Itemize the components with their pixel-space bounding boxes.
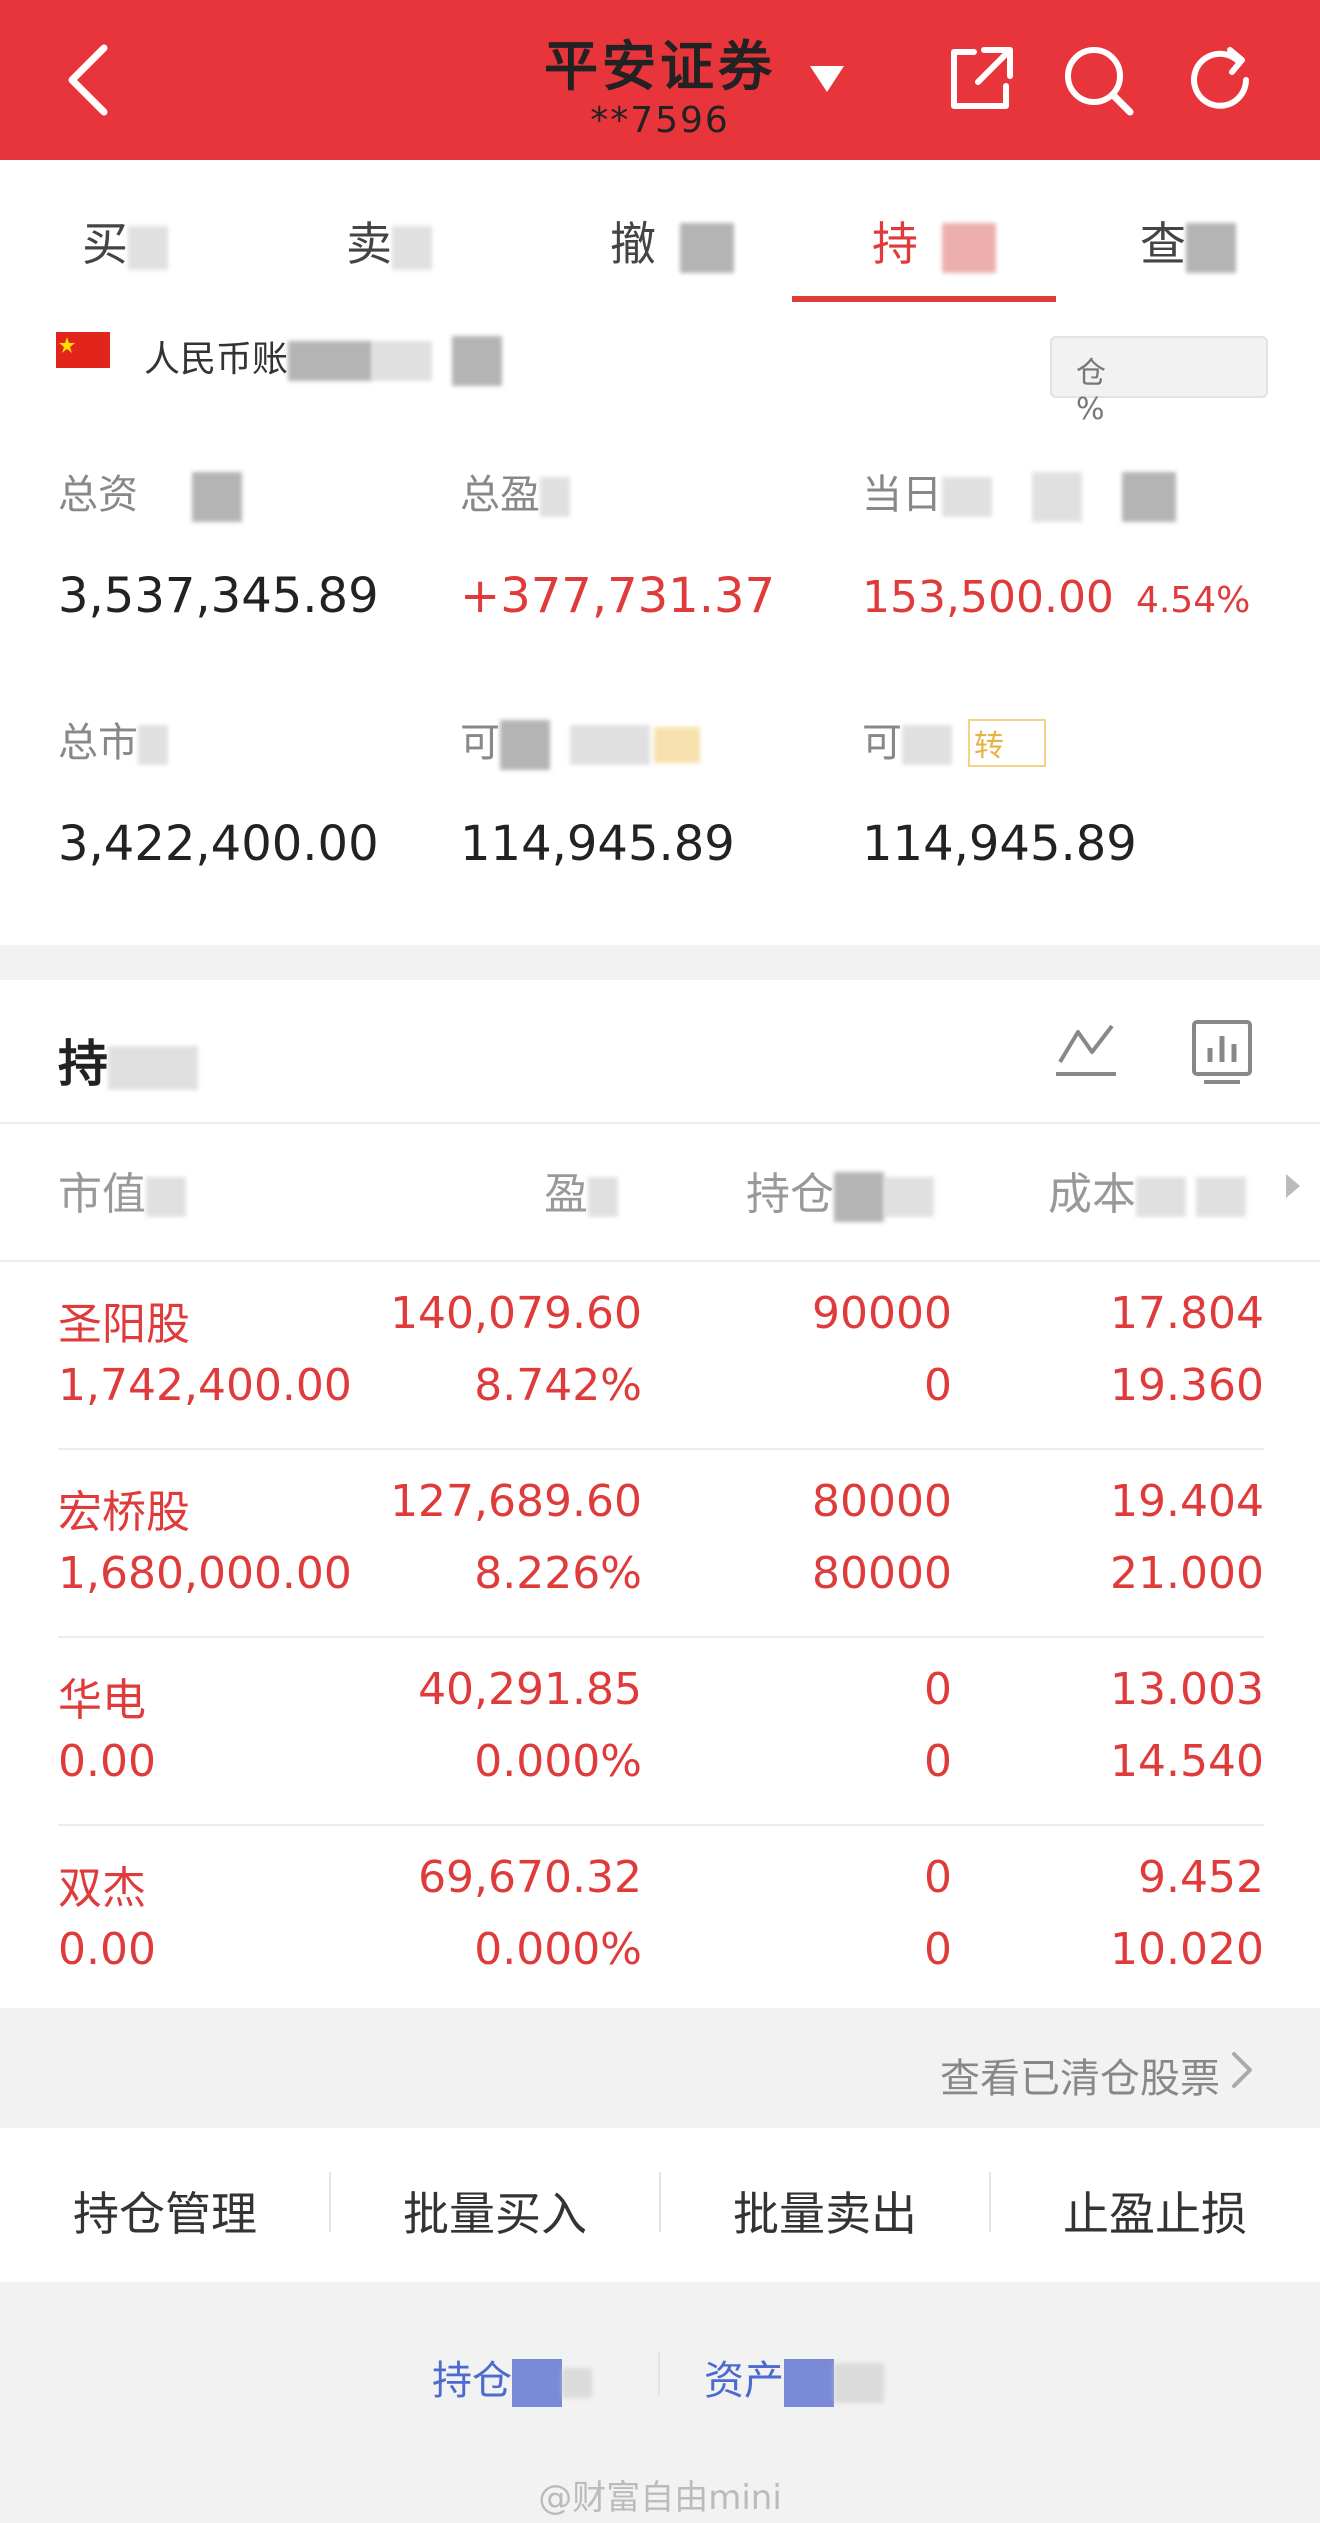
tab-sell[interactable]: 卖 xyxy=(346,208,432,274)
china-flag-icon xyxy=(56,332,110,368)
available-qty: 0 xyxy=(924,1736,952,1787)
col-position[interactable]: 持仓 xyxy=(746,1158,934,1222)
stock-name: 宏桥股 xyxy=(58,1487,190,1538)
table-row[interactable]: 圣阳股 1,742,400.00 140,079.60 8.742% 90000… xyxy=(0,1260,1320,1448)
profit: 127,689.60 xyxy=(390,1476,642,1527)
profit-percent: 0.000% xyxy=(474,1736,642,1787)
cost-price: 17.804 xyxy=(1110,1288,1264,1339)
table-row[interactable]: 华电 0.00 40,291.85 0.000% 0 0 13.003 14.5… xyxy=(0,1636,1320,1824)
cost-price: 13.003 xyxy=(1110,1664,1264,1715)
tab-cancel[interactable]: 撤 xyxy=(610,208,734,274)
today-profit-label: 当日 xyxy=(862,462,1176,522)
position: 0 xyxy=(924,1664,952,1715)
bar-chart-icon[interactable] xyxy=(1190,1018,1254,1088)
profit-percent: 0.000% xyxy=(474,1924,642,1975)
scroll-right-icon[interactable] xyxy=(1284,1172,1302,1200)
col-market-value[interactable]: 市值 xyxy=(58,1158,186,1222)
link-divider xyxy=(658,2352,660,2396)
manage-holdings-button[interactable]: 持仓管理 xyxy=(0,2178,330,2244)
total-profit-value: +377,731.37 xyxy=(460,568,776,624)
share-icon[interactable] xyxy=(940,40,1020,120)
stock-name: 华电 xyxy=(58,1675,146,1726)
total-market-value-label: 总市 xyxy=(58,710,168,768)
stop-profit-loss-button[interactable]: 止盈止损 xyxy=(990,2178,1320,2244)
trend-chart-icon[interactable] xyxy=(1054,1018,1118,1082)
today-profit-value: 153,500.00 4.54% xyxy=(862,572,1251,623)
total-market-value: 3,422,400.00 xyxy=(58,816,379,872)
refresh-icon[interactable] xyxy=(1180,40,1260,120)
search-icon[interactable] xyxy=(1058,40,1138,120)
current-price: 14.540 xyxy=(1110,1736,1264,1787)
profit-percent: 8.742% xyxy=(474,1360,642,1411)
holdings-link[interactable]: 持仓 xyxy=(432,2348,592,2407)
market-value: 0.00 xyxy=(58,1736,156,1787)
table-row[interactable]: 宏桥股 1,680,000.00 127,689.60 8.226% 80000… xyxy=(0,1448,1320,1636)
profit: 140,079.60 xyxy=(390,1288,642,1339)
withdrawable-funds-value: 114,945.89 xyxy=(862,816,1137,872)
total-assets-label: 总资 xyxy=(58,462,242,522)
cost-price: 19.404 xyxy=(1110,1476,1264,1527)
batch-buy-button[interactable]: 批量买入 xyxy=(330,2178,660,2244)
col-profit[interactable]: 盈 xyxy=(544,1158,618,1222)
tab-query[interactable]: 查 xyxy=(1140,208,1236,274)
market-value: 1,680,000.00 xyxy=(58,1548,352,1599)
table-row[interactable]: 双杰 0.00 69,670.32 0.000% 0 0 9.452 10.02… xyxy=(0,1824,1320,2012)
cost-price: 9.452 xyxy=(1138,1852,1264,1903)
position-ratio-badge[interactable]: 仓 % xyxy=(1050,336,1268,427)
chevron-right-icon[interactable] xyxy=(1230,2050,1254,2090)
assets-link[interactable]: 资产 xyxy=(704,2348,884,2407)
current-price: 10.020 xyxy=(1110,1924,1264,1975)
account-dropdown-icon[interactable] xyxy=(808,64,846,94)
current-price: 19.360 xyxy=(1110,1360,1264,1411)
profit: 69,670.32 xyxy=(418,1852,642,1903)
stock-name: 圣阳股 xyxy=(58,1299,190,1350)
total-assets-value: 3,537,345.89 xyxy=(58,568,379,624)
position: 90000 xyxy=(812,1288,952,1339)
withdrawable-funds-label: 可转 xyxy=(862,710,1046,768)
active-tab-indicator xyxy=(792,296,1056,302)
market-value: 1,742,400.00 xyxy=(58,1360,352,1411)
transfer-tag[interactable]: 转 xyxy=(968,719,1046,767)
tab-buy[interactable]: 买 xyxy=(82,208,168,274)
cleared-stocks-link[interactable]: 查看已清仓股票 xyxy=(940,2046,1220,2104)
available-qty: 0 xyxy=(924,1360,952,1411)
position: 0 xyxy=(924,1852,952,1903)
currency-account-label[interactable]: 人民币账 xyxy=(144,330,503,386)
watermark: @财富自由mini xyxy=(538,2478,782,2518)
holdings-title: 持 xyxy=(58,1024,198,1096)
profit-percent: 8.226% xyxy=(474,1548,642,1599)
available-funds-label: 可 xyxy=(460,710,700,770)
profit: 40,291.85 xyxy=(418,1664,642,1715)
tab-holdings[interactable]: 持 xyxy=(872,208,996,274)
stock-name: 双杰 xyxy=(58,1863,146,1914)
total-profit-label: 总盈 xyxy=(460,462,570,520)
current-price: 21.000 xyxy=(1110,1548,1264,1599)
available-qty: 0 xyxy=(924,1924,952,1975)
batch-sell-button[interactable]: 批量卖出 xyxy=(660,2178,990,2244)
col-cost[interactable]: 成本 xyxy=(1048,1158,1246,1222)
market-value: 0.00 xyxy=(58,1924,156,1975)
available-qty: 80000 xyxy=(812,1548,952,1599)
position: 80000 xyxy=(812,1476,952,1527)
available-funds-value: 114,945.89 xyxy=(460,816,735,872)
